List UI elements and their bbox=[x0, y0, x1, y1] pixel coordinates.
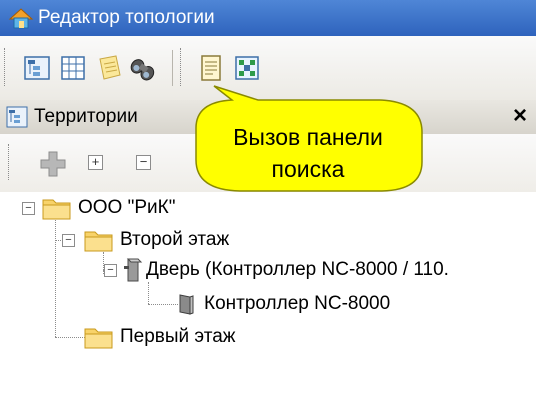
document-icon[interactable] bbox=[196, 53, 226, 83]
tree-connector bbox=[148, 282, 150, 304]
folder-icon bbox=[42, 199, 71, 220]
tree-node-company[interactable]: − ООО "РиК" bbox=[22, 194, 322, 222]
plus-icon[interactable] bbox=[38, 149, 68, 179]
topology-app-icon bbox=[8, 8, 34, 29]
toolbar-grip[interactable] bbox=[8, 144, 12, 180]
window-titlebar: Редактор топологии bbox=[0, 0, 536, 36]
toolbar-grip[interactable] bbox=[4, 48, 8, 86]
tree-node-label: Второй этаж bbox=[120, 229, 230, 250]
tree-node-label: Первый этаж bbox=[120, 326, 236, 347]
binoculars-icon[interactable] bbox=[128, 54, 158, 84]
door-icon bbox=[124, 258, 143, 282]
matrix-icon[interactable] bbox=[232, 53, 262, 83]
folder-icon bbox=[84, 328, 113, 349]
tree-view-icon bbox=[6, 106, 28, 128]
expand-icon[interactable]: + bbox=[88, 155, 103, 170]
toolbar-grip-2[interactable] bbox=[180, 48, 184, 86]
tree-connector bbox=[55, 337, 85, 339]
toolbar-separator bbox=[172, 50, 173, 86]
grid-icon[interactable] bbox=[58, 53, 88, 83]
tree-node-label: Дверь (Контроллер NC-8000 / 110. bbox=[146, 259, 449, 280]
folder-icon bbox=[84, 231, 113, 252]
callout-text: Вызов панели поиска bbox=[208, 121, 408, 185]
tree-node-label: Контроллер NC-8000 bbox=[204, 293, 391, 314]
collapse-icon[interactable]: − bbox=[22, 202, 35, 215]
callout-line-2: поиска bbox=[271, 156, 345, 182]
main-toolbar bbox=[0, 36, 536, 101]
tree-node-second-floor[interactable]: − Второй этаж bbox=[62, 226, 322, 254]
tree-node-label: ООО "РиК" bbox=[78, 197, 176, 218]
territories-tree: − ООО "РиК" − Второй этаж − Дверь (Контр… bbox=[0, 192, 536, 403]
collapse-icon[interactable]: − bbox=[62, 234, 75, 247]
collapse-icon[interactable]: − bbox=[136, 155, 151, 170]
controller-icon bbox=[179, 294, 194, 315]
callout-line-1: Вызов панели bbox=[233, 124, 383, 150]
tree-node-door[interactable]: − Дверь (Контроллер NC-8000 / 110. bbox=[104, 256, 524, 284]
window-title: Редактор топологии bbox=[38, 7, 215, 28]
tree-connector bbox=[55, 218, 57, 337]
note-icon[interactable] bbox=[94, 53, 124, 83]
tree-node-controller[interactable]: Контроллер NC-8000 bbox=[176, 290, 476, 318]
panel-title: Территории bbox=[34, 106, 138, 127]
collapse-icon[interactable]: − bbox=[104, 264, 117, 277]
close-icon[interactable]: × bbox=[508, 103, 532, 129]
tree-view-icon[interactable] bbox=[22, 53, 52, 83]
tree-node-first-floor[interactable]: Первый этаж bbox=[84, 323, 344, 351]
tree-connector bbox=[148, 304, 178, 306]
